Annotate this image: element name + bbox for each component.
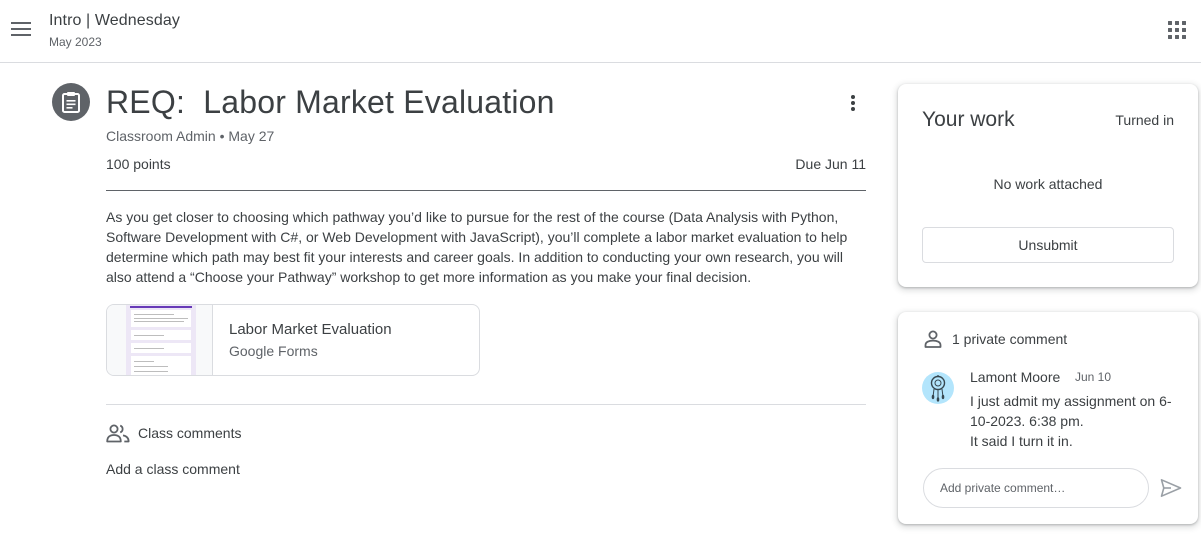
- attachment-type: Google Forms: [229, 343, 318, 359]
- private-comments-count: 1 private comment: [952, 331, 1068, 347]
- class-comments-header: Class comments: [106, 423, 241, 443]
- more-vert-icon: [851, 95, 855, 111]
- comments-divider: [106, 404, 866, 405]
- your-work-card: Your work Turned in No work attached Uns…: [898, 84, 1198, 287]
- assignment-icon-badge: [52, 83, 90, 121]
- assignment-clipboard-icon: [62, 92, 80, 113]
- class-comments-label: Class comments: [138, 425, 242, 441]
- comment-author: Lamont Moore: [970, 369, 1061, 385]
- google-form-preview-image: [126, 305, 196, 375]
- person-outline-icon: [924, 330, 942, 348]
- attachment-card[interactable]: Labor Market Evaluation Google Forms: [106, 304, 480, 376]
- comment-date: Jun 10: [1075, 370, 1112, 384]
- assignment-title: REQ: Labor Market Evaluation: [106, 84, 555, 120]
- no-work-text: No work attached: [993, 176, 1103, 192]
- dreamcatcher-avatar-icon: [930, 375, 946, 402]
- more-options-button[interactable]: [839, 89, 867, 117]
- private-comments-card: 1 private comment Lamont Moore Jun 10 I …: [898, 312, 1198, 524]
- main-menu-button[interactable]: [6, 14, 36, 44]
- send-comment-button[interactable]: [1157, 474, 1185, 502]
- attachment-title[interactable]: Labor Market Evaluation: [229, 321, 392, 338]
- google-apps-button[interactable]: [1162, 15, 1192, 45]
- add-class-comment-link[interactable]: Add a class comment: [106, 461, 240, 477]
- private-comment-input[interactable]: [923, 468, 1149, 508]
- comment-line: It said I turn it in.: [970, 433, 1073, 449]
- send-icon: [1160, 479, 1182, 497]
- assignment-points: 100 points: [106, 156, 171, 172]
- unsubmit-button[interactable]: Unsubmit: [922, 227, 1174, 263]
- your-work-title: Your work: [922, 108, 1015, 131]
- top-app-bar: Intro | Wednesday May 2023: [0, 0, 1201, 63]
- private-comments-header: 1 private comment: [924, 330, 1067, 348]
- assignment-meta: Classroom Admin • May 27: [106, 128, 275, 144]
- header-divider: [106, 190, 866, 191]
- submission-status: Turned in: [1115, 112, 1174, 128]
- comment-line: I just admit my assignment on 6-10-2023.…: [970, 393, 1172, 429]
- comment-body: I just admit my assignment on 6-10-2023.…: [970, 391, 1180, 451]
- people-icon: [106, 424, 130, 443]
- hamburger-menu-icon: [11, 22, 31, 36]
- assignment-description: As you get closer to choosing which path…: [106, 209, 848, 285]
- google-apps-grid-icon: [1168, 21, 1186, 39]
- class-subtitle: May 2023: [49, 35, 102, 49]
- avatar: [922, 372, 954, 404]
- attachment-thumbnail: [107, 305, 213, 375]
- assignment-due-date: Due Jun 11: [795, 156, 866, 172]
- class-title[interactable]: Intro | Wednesday: [49, 12, 180, 30]
